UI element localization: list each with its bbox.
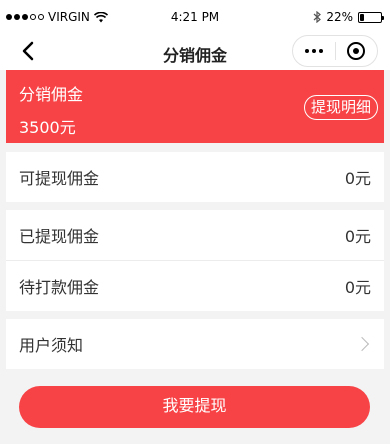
withdrawn-label: 已提现佣金	[19, 227, 100, 246]
battery-icon	[358, 11, 384, 23]
withdrawable-value: 0元	[344, 169, 371, 188]
battery-percent: 22%	[326, 10, 353, 24]
withdrawable-label: 可提现佣金	[19, 169, 100, 188]
pending-value: 0元	[344, 278, 371, 297]
total-commission-amount: 3500元	[19, 118, 76, 137]
bluetooth-icon	[313, 11, 322, 23]
withdraw-details-button[interactable]: 提现明细	[303, 95, 378, 120]
withdrawn-value: 0元	[344, 227, 371, 246]
withdraw-button[interactable]: 我要提现	[19, 386, 370, 428]
more-options-icon[interactable]	[293, 36, 335, 66]
target-circle-icon	[347, 42, 366, 60]
banner-title: 分销佣金	[19, 85, 84, 104]
pending-payment-row: 待打款佣金 0元	[6, 261, 384, 311]
withdrawn-commission-row: 已提现佣金 0元	[6, 210, 384, 260]
navigation-bar: 分销佣金	[0, 34, 390, 70]
status-bar: VIRGIN 4:21 PM 22%	[0, 0, 390, 34]
withdrawable-commission-row: 可提现佣金 0元	[6, 152, 384, 202]
battery-status: 22%	[313, 10, 384, 24]
pending-label: 待打款佣金	[19, 278, 100, 297]
user-notice-row[interactable]: 用户须知	[6, 319, 384, 369]
chevron-right-icon	[354, 336, 370, 352]
notice-label: 用户须知	[19, 336, 84, 355]
commission-summary-banner: 分销佣金 3500元 提现明细	[6, 70, 384, 143]
close-mini-program-button[interactable]	[336, 36, 377, 66]
mini-program-capsule	[292, 35, 378, 67]
